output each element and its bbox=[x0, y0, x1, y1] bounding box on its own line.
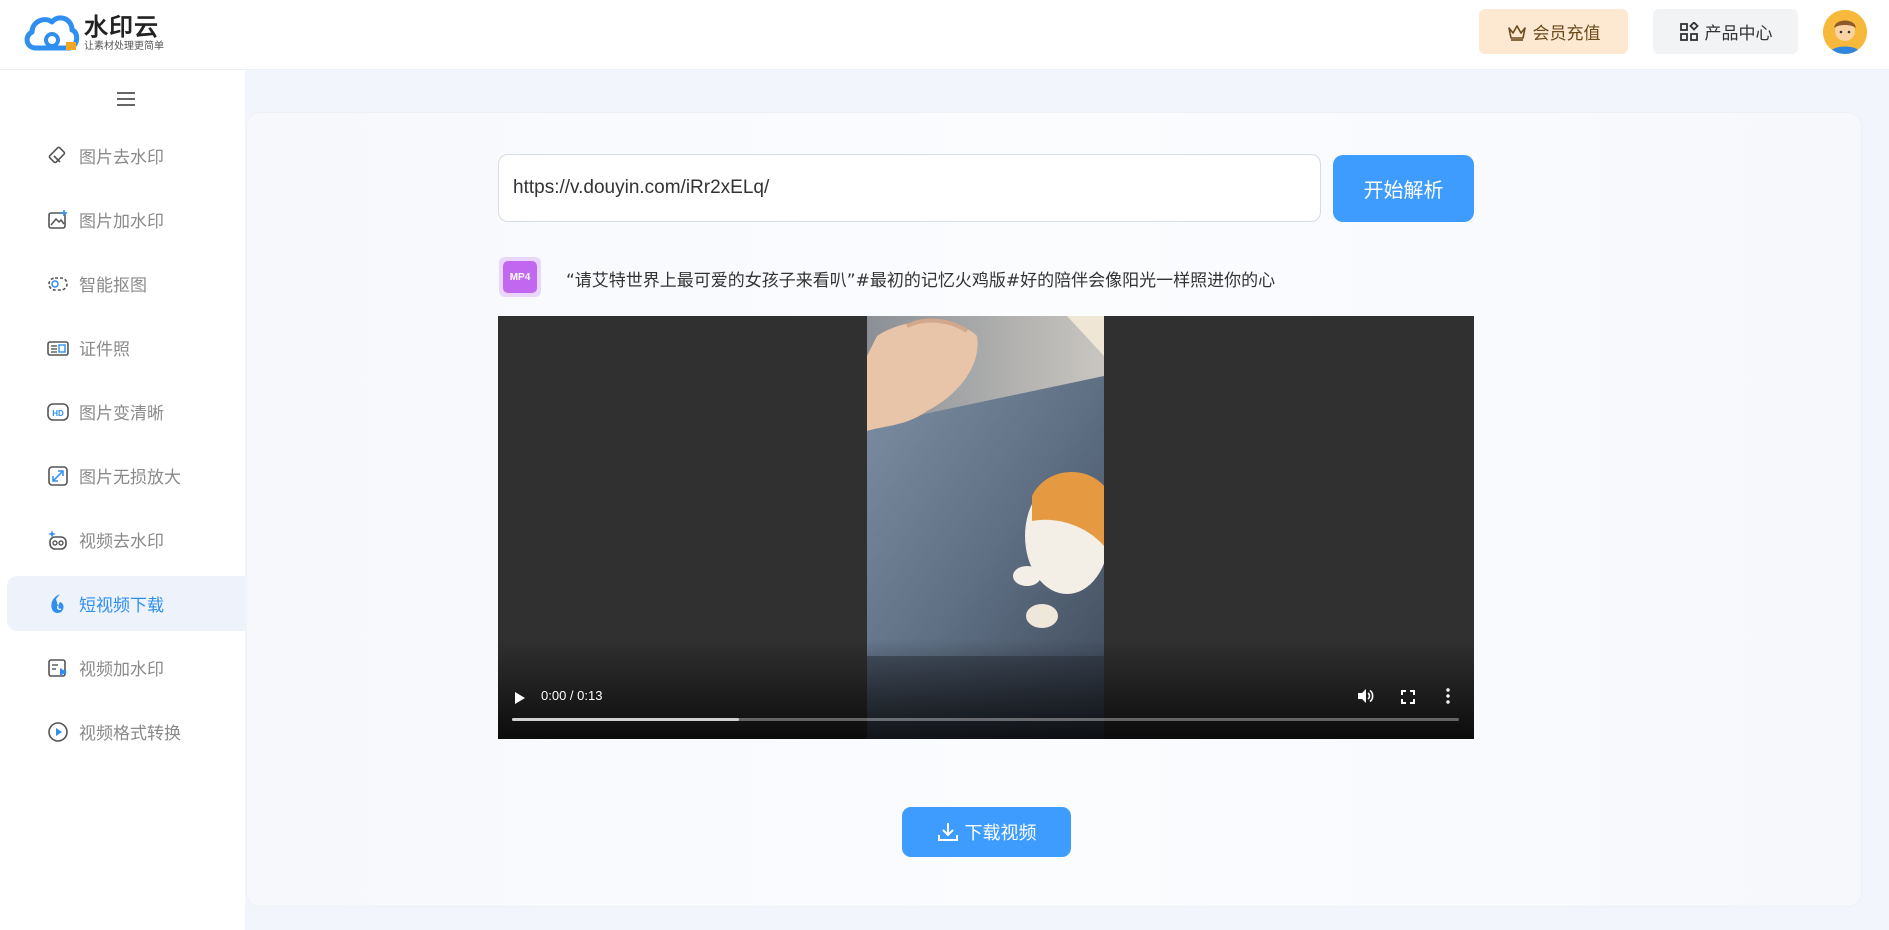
sidebar-item-label: 视频加水印 bbox=[79, 660, 164, 680]
product-center-label: 产品中心 bbox=[1704, 24, 1773, 44]
vip-recharge-label: 会员充值 bbox=[1532, 24, 1601, 44]
brand-title: 水印云 bbox=[84, 13, 159, 41]
vip-recharge-button[interactable]: 会员充值 bbox=[1479, 9, 1628, 54]
video-buffer-bar bbox=[512, 718, 740, 721]
svg-text:HD: HD bbox=[52, 409, 64, 418]
sidebar-item-video-format-convert[interactable]: 视频格式转换 bbox=[7, 704, 245, 759]
download-icon bbox=[937, 821, 959, 843]
grid-apps-icon bbox=[1679, 21, 1699, 42]
sidebar-item-image-add-watermark[interactable]: 图片加水印 bbox=[7, 192, 245, 247]
user-avatar[interactable] bbox=[1823, 10, 1867, 54]
video-clean-icon bbox=[47, 529, 69, 551]
product-center-button[interactable]: 产品中心 bbox=[1653, 9, 1798, 54]
download-video-button[interactable]: 下载视频 bbox=[902, 807, 1071, 857]
brand-logo[interactable]: 水印云 让素材处理更简单 bbox=[22, 10, 164, 56]
volume-icon[interactable] bbox=[1357, 688, 1374, 708]
video-url-input[interactable] bbox=[498, 154, 1321, 222]
video-title: “请艾特世界上最可爱的女孩子来看叭”#最初的记忆火鸡版#好的陪伴会像阳光一样照进… bbox=[566, 271, 1276, 291]
sidebar-item-image-remove-watermark[interactable]: 图片去水印 bbox=[7, 128, 245, 183]
controls-overlay bbox=[498, 639, 1474, 739]
sidebar-item-image-enhance[interactable]: HD 图片变清晰 bbox=[7, 384, 245, 439]
sidebar-nav: 图片去水印 图片加水印 智能抠图 证件照 HD 图片变清晰 图片无损放大 视频去… bbox=[7, 128, 245, 768]
sidebar-item-label: 图片无损放大 bbox=[79, 468, 181, 488]
format-badge: MP4 bbox=[499, 257, 541, 297]
eraser-icon bbox=[47, 145, 69, 167]
sidebar-item-label: 视频去水印 bbox=[79, 532, 164, 552]
sidebar-item-image-upscale[interactable]: 图片无损放大 bbox=[7, 448, 245, 503]
sidebar: 图片去水印 图片加水印 智能抠图 证件照 HD 图片变清晰 图片无损放大 视频去… bbox=[0, 70, 245, 930]
hd-icon: HD bbox=[47, 401, 69, 423]
sidebar-item-label: 智能抠图 bbox=[79, 276, 147, 296]
cutout-icon bbox=[47, 273, 69, 295]
sidebar-item-smart-cutout[interactable]: 智能抠图 bbox=[7, 256, 245, 311]
sidebar-item-label: 证件照 bbox=[79, 340, 130, 360]
sidebar-item-label: 图片加水印 bbox=[79, 212, 164, 232]
sidebar-item-video-add-watermark[interactable]: 视频加水印 bbox=[7, 640, 245, 695]
crown-icon bbox=[1507, 23, 1527, 41]
play-icon[interactable] bbox=[514, 690, 526, 709]
play-circle-icon bbox=[47, 721, 69, 743]
sidebar-item-id-photo[interactable]: 证件照 bbox=[7, 320, 245, 375]
fullscreen-icon[interactable] bbox=[1401, 689, 1415, 708]
expand-icon bbox=[47, 465, 69, 487]
id-card-icon bbox=[47, 337, 69, 359]
sidebar-item-video-remove-watermark[interactable]: 视频去水印 bbox=[7, 512, 245, 567]
more-options-icon[interactable] bbox=[1446, 688, 1450, 708]
video-mark-icon bbox=[47, 657, 69, 679]
sidebar-item-label: 短视频下载 bbox=[79, 596, 164, 616]
sidebar-item-label: 图片变清晰 bbox=[79, 404, 164, 424]
top-header: 水印云 让素材处理更简单 会员充值 产品中心 bbox=[0, 0, 1889, 70]
video-player[interactable]: 0:00 / 0:13 bbox=[498, 316, 1474, 739]
short-video-icon bbox=[47, 593, 69, 615]
sidebar-item-label: 图片去水印 bbox=[79, 148, 164, 168]
download-video-label: 下载视频 bbox=[964, 823, 1037, 844]
video-progress-bar[interactable] bbox=[512, 718, 1459, 721]
sidebar-item-label: 视频格式转换 bbox=[79, 724, 181, 744]
cloud-logo-icon bbox=[22, 10, 80, 56]
image-add-icon bbox=[47, 209, 69, 231]
brand-subtitle: 让素材处理更简单 bbox=[84, 41, 164, 52]
start-parse-button[interactable]: 开始解析 bbox=[1333, 155, 1474, 222]
video-time: 0:00 / 0:13 bbox=[541, 688, 603, 703]
menu-collapse-icon[interactable] bbox=[116, 90, 136, 108]
sidebar-item-short-video-download[interactable]: 短视频下载 bbox=[7, 576, 245, 631]
mp4-file-icon: MP4 bbox=[503, 261, 537, 293]
